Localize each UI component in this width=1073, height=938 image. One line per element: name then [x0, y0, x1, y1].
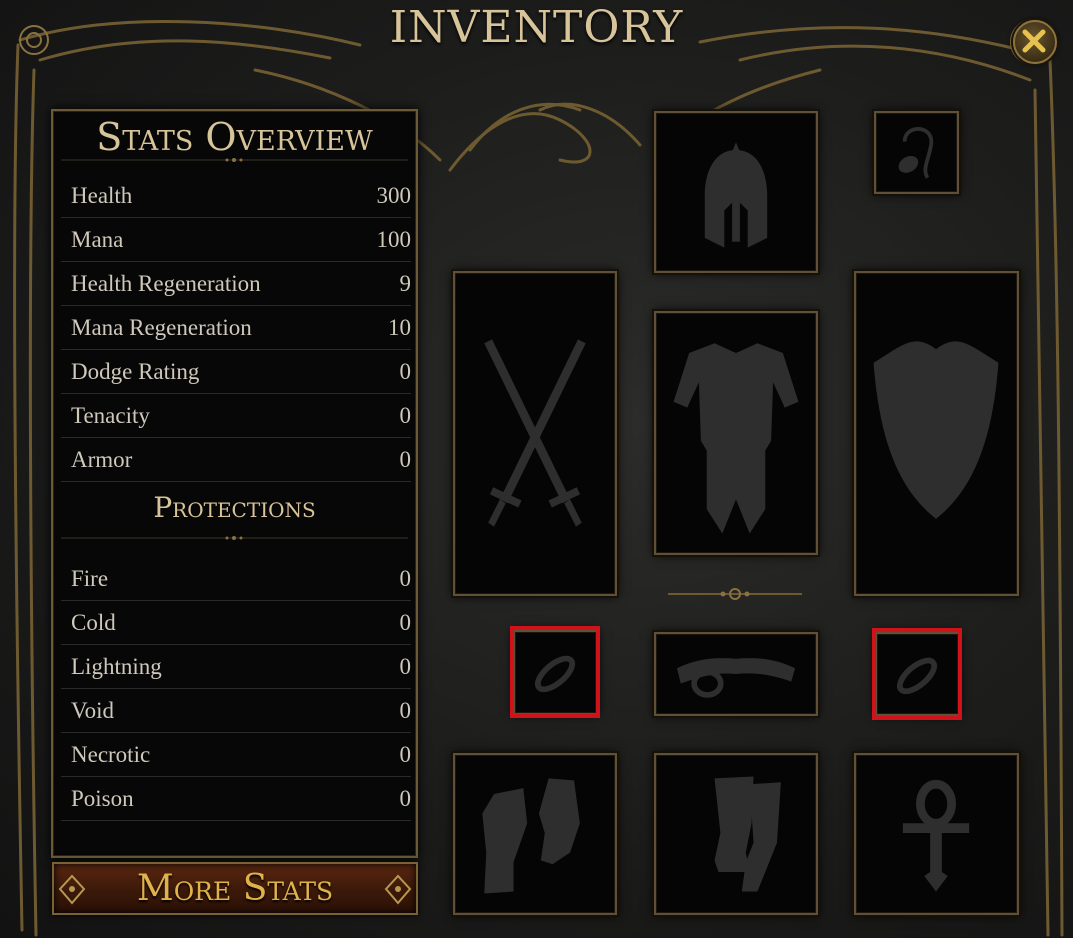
off-hand-slot[interactable] — [854, 271, 1019, 596]
stats-list: Health 300 Mana 100 Health Regeneration … — [61, 174, 411, 482]
inventory-title: INVENTORY — [389, 2, 684, 53]
protection-label: Necrotic — [71, 741, 151, 767]
belt-slot[interactable] — [654, 632, 818, 716]
protection-label: Fire — [71, 565, 109, 591]
stat-row-dodge-rating: Dodge Rating 0 — [61, 350, 411, 394]
stat-label: Mana Regeneration — [71, 314, 252, 340]
protection-row-fire: Fire 0 — [61, 557, 411, 601]
stat-value: 0 — [399, 402, 412, 428]
stat-label: Health Regeneration — [71, 270, 261, 296]
stat-value: 9 — [399, 270, 412, 296]
amulet-slot[interactable] — [874, 111, 959, 194]
shield-icon — [873, 341, 999, 519]
stat-row-health: Health 300 — [61, 174, 411, 218]
button-corner-ornament-left-icon — [58, 874, 86, 905]
inventory-window: INVENTORY Stats Overview Health 300 Mana… — [0, 0, 1073, 938]
amulet-icon — [898, 127, 934, 179]
stat-label: Health — [71, 182, 133, 208]
stat-row-mana-regeneration: Mana Regeneration 10 — [61, 306, 411, 350]
stat-row-tenacity: Tenacity 0 — [61, 394, 411, 438]
stat-value: 0 — [399, 446, 412, 472]
weapon-slot[interactable] — [453, 271, 617, 596]
close-x-icon — [1022, 29, 1046, 53]
protection-row-void: Void 0 — [61, 689, 411, 733]
protection-value: 0 — [399, 653, 412, 679]
more-stats-button[interactable]: More Stats — [52, 862, 418, 915]
ring-left-slot[interactable] — [513, 630, 598, 715]
heading-divider — [61, 158, 408, 162]
protection-value: 0 — [399, 697, 412, 723]
stat-label: Tenacity — [71, 402, 150, 428]
button-corner-ornament-right-icon — [384, 874, 412, 905]
stat-row-mana: Mana 100 — [61, 218, 411, 262]
ring-icon — [896, 657, 938, 695]
protection-value: 0 — [399, 609, 412, 635]
relic-slot[interactable] — [854, 753, 1019, 915]
protection-value: 0 — [399, 741, 412, 767]
protection-label: Lightning — [71, 653, 162, 679]
protection-label: Cold — [71, 609, 116, 635]
protection-value: 0 — [399, 785, 412, 811]
center-divider-ornament — [668, 588, 802, 600]
stat-row-health-regeneration: Health Regeneration 9 — [61, 262, 411, 306]
protection-row-poison: Poison 0 — [61, 777, 411, 821]
stats-overview-heading: Stats Overview — [96, 115, 373, 159]
stat-label: Dodge Rating — [71, 358, 200, 384]
crossed-swords-icon — [484, 339, 586, 527]
protections-divider — [61, 536, 408, 540]
protection-label: Poison — [71, 785, 134, 811]
stat-value: 10 — [388, 314, 411, 340]
protection-label: Void — [71, 697, 115, 723]
stat-value: 0 — [399, 358, 412, 384]
helmet-slot[interactable] — [654, 111, 818, 273]
body-armor-slot[interactable] — [654, 311, 818, 555]
stat-label: Mana — [71, 226, 124, 252]
protection-row-lightning: Lightning 0 — [61, 645, 411, 689]
stat-value: 100 — [376, 226, 412, 252]
protections-heading: Protections — [153, 491, 316, 524]
stat-row-armor: Armor 0 — [61, 438, 411, 482]
close-button[interactable] — [1013, 20, 1057, 64]
gloves-slot[interactable] — [453, 753, 617, 915]
protection-row-necrotic: Necrotic 0 — [61, 733, 411, 777]
body-armor-icon — [673, 343, 799, 534]
more-stats-label: More Stats — [136, 868, 334, 909]
belt-icon — [676, 658, 796, 698]
stat-label: Armor — [71, 446, 133, 472]
ring-icon — [534, 655, 576, 693]
boots-slot[interactable] — [654, 753, 818, 915]
protection-value: 0 — [399, 565, 412, 591]
ring-right-slot[interactable] — [875, 632, 960, 716]
protection-row-cold: Cold 0 — [61, 601, 411, 645]
gloves-icon — [482, 778, 580, 894]
boots-icon — [714, 776, 781, 892]
helmet-icon — [704, 142, 768, 248]
stats-overview-panel: Stats Overview Health 300 Mana 100 Healt… — [51, 109, 418, 858]
ankh-icon — [902, 779, 970, 892]
stat-value: 300 — [376, 182, 412, 208]
protections-list: Fire 0 Cold 0 Lightning 0 Void 0 Necroti… — [61, 557, 411, 821]
